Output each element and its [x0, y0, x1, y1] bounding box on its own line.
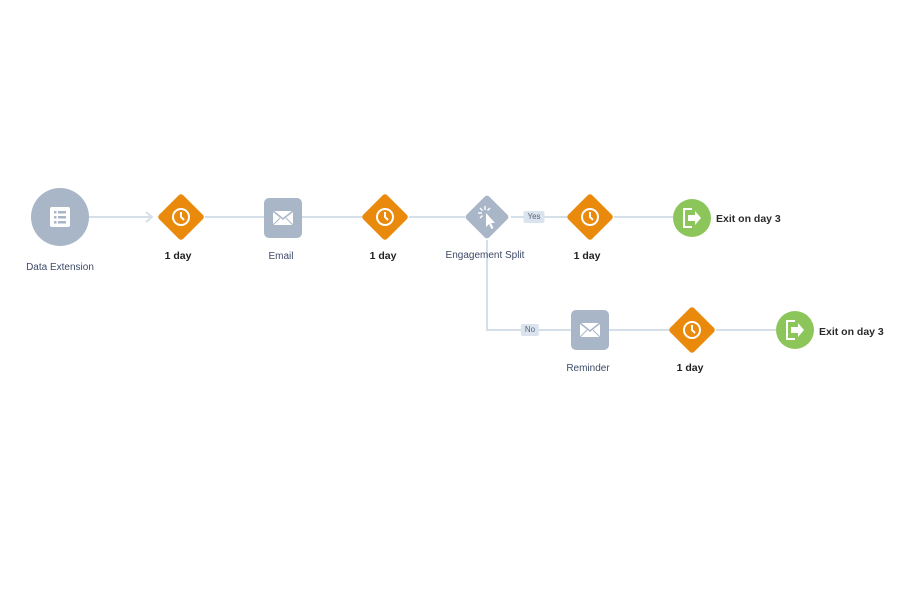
envelope-icon [272, 210, 294, 226]
branch-tag-no: No [520, 324, 540, 336]
node-label-wait-1: 1 day [164, 250, 192, 262]
node-wait-4[interactable] [668, 306, 716, 354]
list-icon [50, 207, 70, 227]
branch-tag-yes: Yes [523, 211, 545, 223]
node-wait-3[interactable] [566, 193, 614, 241]
node-email[interactable] [264, 198, 302, 238]
node-label-wait-2: 1 day [369, 250, 397, 262]
node-data-extension[interactable] [31, 188, 89, 246]
node-label-reminder: Reminder [566, 363, 610, 374]
node-label-data-extension: Data Extension [26, 262, 94, 273]
node-exit-2[interactable] [776, 311, 814, 349]
node-label-email: Email [268, 251, 294, 262]
envelope-icon [579, 322, 601, 338]
node-label-exit-2: Exit on day 3 [819, 326, 884, 338]
node-reminder[interactable] [571, 310, 609, 350]
node-wait-2[interactable] [361, 193, 409, 241]
node-label-engagement-split: Engagement Split [445, 250, 525, 261]
node-label-exit-1: Exit on day 3 [716, 213, 781, 225]
node-label-wait-3: 1 day [573, 250, 601, 262]
node-wait-1[interactable] [157, 193, 205, 241]
node-engagement-split[interactable] [464, 194, 509, 239]
node-label-wait-4: 1 day [676, 362, 704, 374]
node-exit-1[interactable] [673, 199, 711, 237]
journey-canvas [31, 188, 814, 354]
